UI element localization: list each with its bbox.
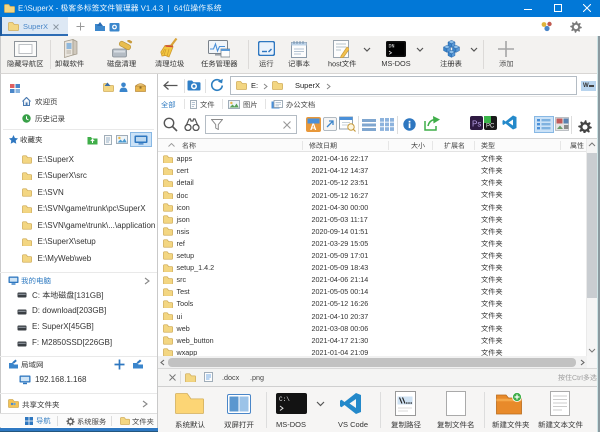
- svg-text:DN: DN: [389, 44, 395, 50]
- svg-text:Ps: Ps: [472, 120, 481, 129]
- svg-text:C:\: C:\: [279, 396, 290, 403]
- svg-text:A: A: [310, 122, 317, 132]
- svg-text:PC: PC: [486, 124, 495, 130]
